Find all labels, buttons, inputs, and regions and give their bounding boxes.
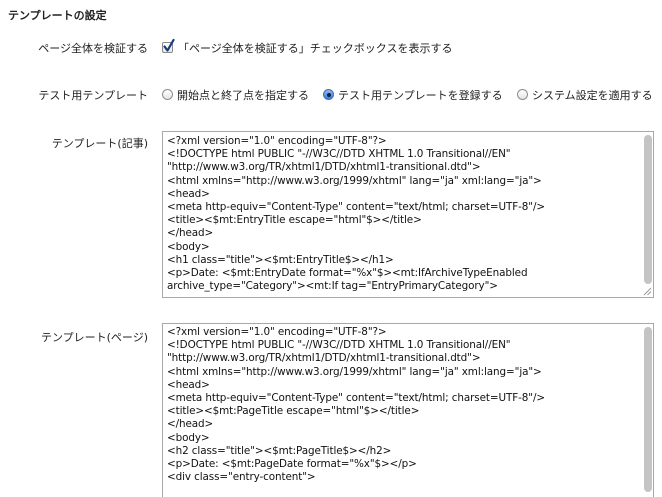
- code-line: <h1 class="title"><$mt:EntryTitle$></h1>: [167, 253, 394, 266]
- template-page-editor[interactable]: <?xml version="1.0" encoding="UTF-8"?> <…: [162, 323, 654, 497]
- code-line: <?xml version="1.0" encoding="UTF-8"?>: [167, 326, 387, 338]
- code-line: <p>Date: <$mt:PageDate format="%x"$></p>: [167, 458, 417, 471]
- resize-grip-icon[interactable]: [643, 287, 652, 296]
- code-line: <head>: [167, 378, 210, 391]
- code-line: <?xml version="1.0" encoding="UTF-8"?>: [167, 135, 387, 147]
- code-line: <body>: [167, 431, 210, 444]
- radio-option-register-test[interactable]: [323, 89, 334, 100]
- code-line: <head>: [167, 187, 210, 200]
- code-line: <title><$mt:PageTitle escape="html"$></t…: [167, 405, 420, 418]
- verify-page-label: ページ全体を検証する: [38, 42, 148, 55]
- section-title: テンプレートの設定: [8, 9, 107, 22]
- code-line: <!DOCTYPE html PUBLIC "-//W3C//DTD XHTML…: [167, 148, 511, 161]
- code-line: </head>: [167, 418, 214, 431]
- code-line: <meta http-equiv="Content-Type" content=…: [167, 201, 545, 214]
- verify-page-checkbox-text: 「ページ全体を検証する」チェックボックスを表示する: [178, 42, 453, 55]
- radio-dot: [326, 92, 331, 97]
- code-line: <h2 class="title"><$mt:PageTitle$></h2>: [167, 444, 392, 457]
- code-line: <div class="entry-content">: [167, 471, 316, 484]
- code-line: archive_type="Category"><mt:If tag="Entr…: [167, 280, 498, 293]
- code-line: "http://www.w3.org/TR/xhtml1/DTD/xhtml1-…: [167, 161, 481, 174]
- code-line: <html xmlns="http://www.w3.org/1999/xhtm…: [167, 174, 542, 187]
- code-line: </head>: [167, 227, 214, 240]
- test-template-label: テスト用テンプレート: [38, 89, 148, 102]
- code-line: <html xmlns="http://www.w3.org/1999/xhtm…: [167, 365, 542, 378]
- code-line: <title><$mt:EntryTitle escape="html"$></…: [167, 214, 422, 227]
- template-page-scrollbar[interactable]: [644, 327, 652, 492]
- template-entry-editor[interactable]: <?xml version="1.0" encoding="UTF-8"?> <…: [162, 131, 654, 298]
- code-line: <meta http-equiv="Content-Type" content=…: [167, 392, 545, 405]
- radio-option-register-test-label: テスト用テンプレートを登録する: [338, 89, 503, 102]
- template-page-label: テンプレート(ページ): [40, 331, 148, 344]
- verify-page-checkbox[interactable]: [162, 38, 175, 53]
- template-entry-scrollbar[interactable]: [644, 135, 652, 284]
- code-line: <body>: [167, 240, 210, 253]
- radio-option-start-end-label: 開始点と終了点を指定する: [177, 89, 309, 102]
- template-entry-label: テンプレート(記事): [51, 137, 148, 150]
- radio-option-start-end[interactable]: [162, 89, 173, 100]
- radio-option-system[interactable]: [517, 89, 528, 100]
- radio-option-system-label: システム設定を適用する: [532, 89, 653, 102]
- code-line: <p>Date: <$mt:EntryDate format="%x"$><mt…: [167, 267, 528, 280]
- checkmark-icon: [163, 38, 175, 52]
- code-line: <!DOCTYPE html PUBLIC "-//W3C//DTD XHTML…: [167, 339, 511, 352]
- code-line: "http://www.w3.org/TR/xhtml1/DTD/xhtml1-…: [167, 352, 481, 365]
